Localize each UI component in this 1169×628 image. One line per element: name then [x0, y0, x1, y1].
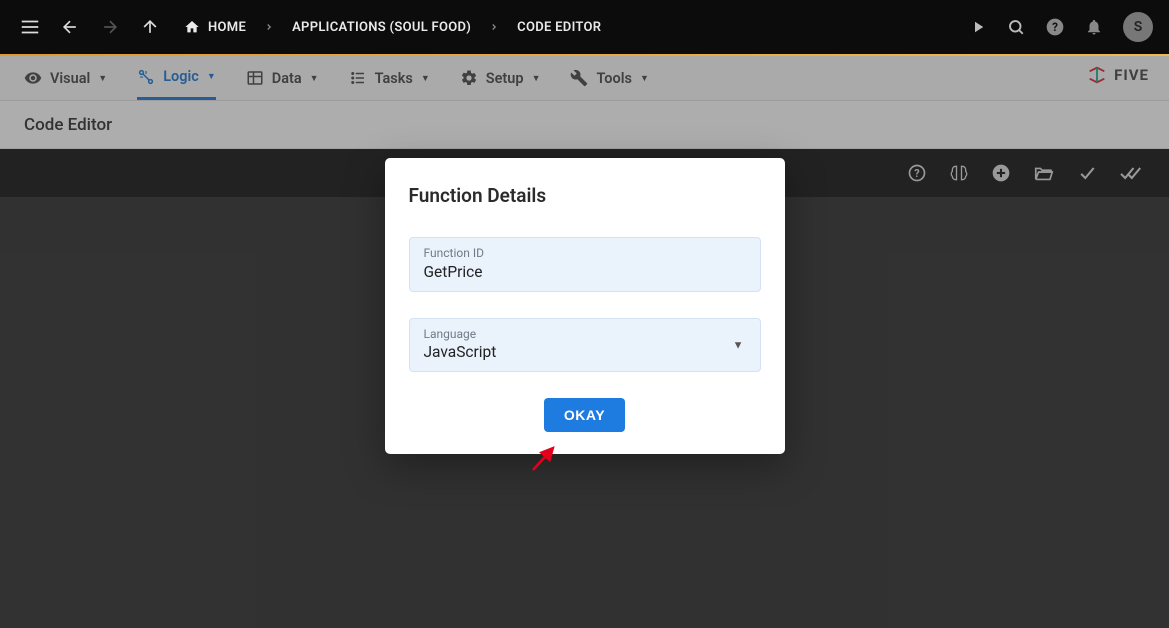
breadcrumb-home[interactable]: HOME [184, 19, 246, 35]
home-icon [184, 19, 200, 35]
hamburger-icon[interactable] [16, 13, 44, 41]
chevron-right-icon [489, 22, 499, 32]
breadcrumb-page-label: CODE EDITOR [517, 20, 601, 35]
language-value: JavaScript [424, 343, 746, 361]
chevron-down-icon: ▼ [733, 339, 744, 352]
bell-icon[interactable] [1085, 18, 1103, 36]
okay-button[interactable]: OKAY [544, 398, 625, 432]
svg-text:?: ? [1052, 20, 1058, 34]
chevron-right-icon [264, 22, 274, 32]
help-icon[interactable]: ? [1045, 17, 1065, 37]
language-label: Language [424, 327, 746, 341]
breadcrumb: HOME APPLICATIONS (SOUL FOOD) CODE EDITO… [184, 19, 601, 35]
breadcrumb-home-label: HOME [208, 20, 246, 35]
language-field[interactable]: Language JavaScript ▼ [409, 318, 761, 372]
function-id-label: Function ID [424, 246, 746, 260]
search-icon[interactable] [1007, 18, 1025, 36]
breadcrumb-app[interactable]: APPLICATIONS (SOUL FOOD) [292, 20, 471, 35]
function-id-input[interactable] [424, 263, 746, 281]
breadcrumb-page[interactable]: CODE EDITOR [517, 20, 601, 35]
top-header: HOME APPLICATIONS (SOUL FOOD) CODE EDITO… [0, 0, 1169, 54]
breadcrumb-app-label: APPLICATIONS (SOUL FOOD) [292, 20, 471, 35]
avatar[interactable]: S [1123, 12, 1153, 42]
topbar-right: ? S [969, 12, 1153, 42]
up-icon[interactable] [136, 13, 164, 41]
function-details-dialog: Function Details Function ID Language Ja… [385, 158, 785, 454]
forward-icon [96, 13, 124, 41]
run-icon[interactable] [969, 18, 987, 36]
avatar-initial: S [1134, 19, 1143, 35]
function-id-field[interactable]: Function ID [409, 237, 761, 292]
dialog-actions: OKAY [409, 398, 761, 432]
modal-overlay: Function Details Function ID Language Ja… [0, 56, 1169, 628]
back-icon[interactable] [56, 13, 84, 41]
dialog-title: Function Details [409, 184, 761, 207]
